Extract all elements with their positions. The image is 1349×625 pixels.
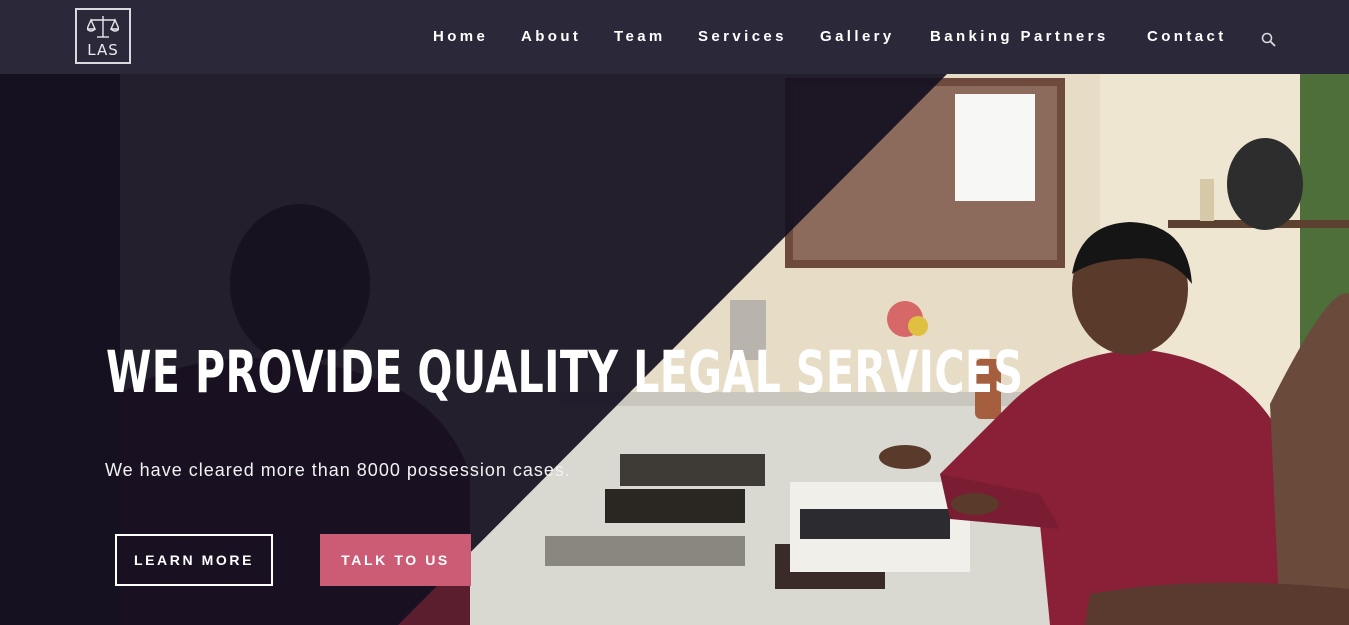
learn-more-button[interactable]: LEARN MORE: [115, 534, 273, 586]
hero-section: WE PROVIDE QUALITY LEGAL SERVICES We hav…: [0, 74, 1349, 625]
nav-gallery[interactable]: Gallery: [820, 28, 895, 45]
search-icon[interactable]: [1261, 32, 1276, 47]
nav-about[interactable]: About: [521, 28, 581, 45]
site-header: LAS Home About Team Services Gallery Ban…: [0, 0, 1349, 74]
hero-subline: We have cleared more than 8000 possessio…: [105, 460, 571, 480]
nav-home[interactable]: Home: [433, 28, 488, 45]
hero-headline: WE PROVIDE QUALITY LEGAL SERVICES: [106, 338, 1024, 406]
nav-banking-partners[interactable]: Banking Partners: [930, 28, 1109, 45]
nav-contact[interactable]: Contact: [1147, 28, 1227, 45]
nav-services[interactable]: Services: [698, 28, 787, 45]
nav-team[interactable]: Team: [614, 28, 666, 45]
talk-to-us-button[interactable]: TALK TO US: [320, 534, 471, 586]
main-nav: Home About Team Services Gallery Banking…: [0, 28, 1349, 48]
